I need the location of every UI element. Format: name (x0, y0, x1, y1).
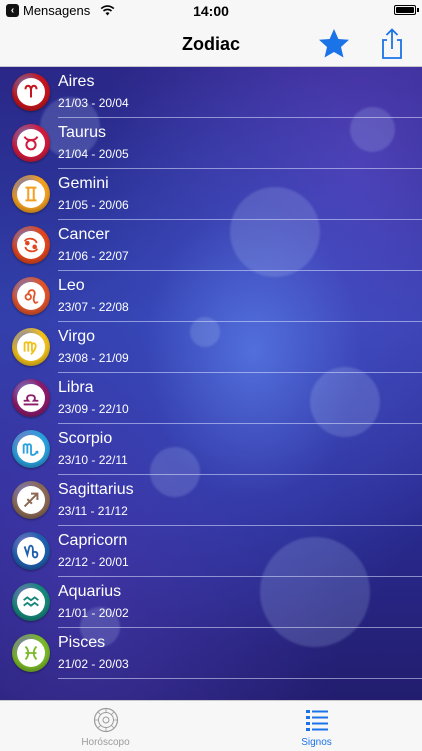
share-button[interactable] (374, 26, 410, 62)
favorite-button[interactable] (316, 26, 352, 62)
list-icon (306, 710, 328, 731)
sign-dates: 21/02 - 20/03 (58, 657, 129, 671)
sign-dates: 23/07 - 22/08 (58, 300, 129, 314)
sign-name: Sagittarius (58, 481, 134, 498)
sign-name: Leo (58, 277, 85, 294)
pisces-icon (12, 634, 50, 672)
sign-row-leo[interactable]: Leo 23/07 - 22/08 (0, 271, 422, 322)
status-time: 14:00 (193, 3, 229, 19)
battery-icon (394, 5, 419, 15)
leo-icon (12, 277, 50, 315)
tab-horoscopo-label: Horóscopo (81, 737, 130, 748)
capricorn-icon (12, 532, 50, 570)
sign-dates: 23/11 - 21/12 (58, 504, 128, 518)
sign-name: Cancer (58, 226, 110, 243)
virgo-icon (12, 328, 50, 366)
gemini-icon (12, 175, 50, 213)
taurus-icon (12, 124, 50, 162)
sign-dates: 23/10 - 22/11 (58, 453, 128, 467)
zodiac-list[interactable]: Aires 21/03 - 20/04 Taurus 21/04 - 20/05 Gem… (0, 67, 422, 700)
navigation-bar: Zodiac (0, 22, 422, 67)
page-title: Zodiac (181, 34, 240, 54)
sign-dates: 23/09 - 22/10 (58, 402, 129, 416)
cancer-icon (12, 226, 50, 264)
sagittarius-icon (12, 481, 50, 519)
sign-row-scorpio[interactable]: Scorpio 23/10 - 22/11 (0, 424, 422, 475)
sign-name: Capricorn (58, 532, 128, 549)
sign-row-libra[interactable]: Libra 23/09 - 22/10 (0, 373, 422, 424)
scorpio-icon (12, 430, 50, 468)
sign-dates: 21/03 - 20/04 (58, 96, 129, 110)
horoscope-wheel-icon (93, 707, 119, 733)
sign-row-cancer[interactable]: Cancer 21/06 - 22/07 (0, 220, 422, 271)
star-icon (319, 29, 349, 58)
sign-name: Libra (58, 379, 94, 396)
tab-bar: Horóscopo Signos (0, 700, 422, 751)
sign-row-aires[interactable]: Aires 21/03 - 20/04 (0, 67, 422, 118)
sign-dates: 22/12 - 20/01 (58, 555, 129, 569)
row-divider (58, 678, 422, 679)
sign-dates: 23/08 - 21/09 (58, 351, 129, 365)
sign-name: Gemini (58, 175, 109, 192)
sign-name: Virgo (58, 328, 96, 345)
sign-name: Aquarius (58, 583, 122, 600)
tab-signos-label: Signos (301, 737, 332, 748)
sign-row-taurus[interactable]: Taurus 21/04 - 20/05 (0, 118, 422, 169)
sign-name: Aires (58, 73, 95, 90)
sign-row-sagittarius[interactable]: Sagittarius 23/11 - 21/12 (0, 475, 422, 526)
status-bar: ‹ Mensagens 14:00 (0, 0, 422, 22)
sign-row-aquarius[interactable]: Aquarius 21/01 - 20/02 (0, 577, 422, 628)
sign-row-capricorn[interactable]: Capricorn 22/12 - 20/01 (0, 526, 422, 577)
tab-signos[interactable]: Signos (211, 701, 422, 751)
sign-dates: 21/06 - 22/07 (58, 249, 129, 263)
sign-row-gemini[interactable]: Gemini 21/05 - 20/06 (0, 169, 422, 220)
sign-row-pisces[interactable]: Pisces 21/02 - 20/03 (0, 628, 422, 679)
share-icon (382, 28, 402, 59)
aries-icon (12, 73, 50, 111)
aquarius-icon (12, 583, 50, 621)
sign-name: Scorpio (58, 430, 113, 447)
libra-icon (12, 379, 50, 417)
sign-name: Pisces (58, 634, 106, 651)
sign-dates: 21/05 - 20/06 (58, 198, 129, 212)
sign-dates: 21/04 - 20/05 (58, 147, 129, 161)
sign-row-virgo[interactable]: Virgo 23/08 - 21/09 (0, 322, 422, 373)
tab-horoscopo[interactable]: Horóscopo (0, 701, 211, 751)
sign-name: Taurus (58, 124, 107, 141)
sign-dates: 21/01 - 20/02 (58, 606, 129, 620)
